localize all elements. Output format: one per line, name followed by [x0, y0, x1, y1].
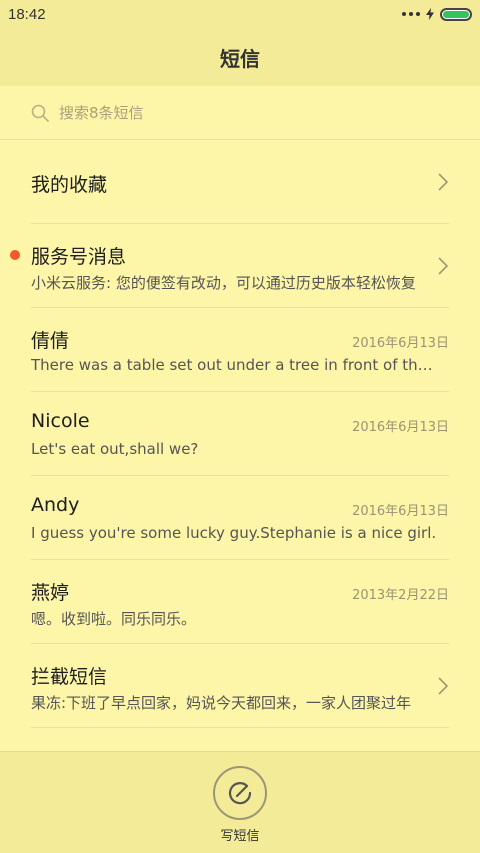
chevron-right-icon [438, 257, 449, 275]
conversation-name: 拦截短信 [31, 666, 108, 688]
list-item-thread[interactable]: 倩倩 2016年6月13日 There was a table set out … [31, 308, 449, 392]
conversation-name: 我的收藏 [31, 174, 108, 196]
status-icons [402, 7, 472, 21]
list-item-service-messages[interactable]: 服务号消息 小米云服务: 您的便签有改动，可以通过历史版本轻松恢复 [10, 224, 449, 308]
search-icon [31, 104, 49, 122]
compose-button[interactable] [213, 766, 267, 820]
compose-label: 写短信 [220, 829, 260, 844]
bottom-bar: 写短信 [0, 751, 480, 853]
battery-icon [440, 7, 472, 21]
compose-icon [228, 782, 252, 805]
conversation-date: 2016年6月13日 [352, 336, 449, 351]
messages-screen: 18:42 短信 搜索8条短信 我的收藏 服务号消息 小米云服务: 您的便签有改… [0, 0, 480, 853]
conversation-preview: Let's eat out,shall we? [31, 440, 199, 458]
conversation-name: 服务号消息 [31, 246, 127, 268]
more-dots-icon [402, 12, 420, 16]
conversation-preview: I guess you're some lucky guy.Stephanie … [31, 524, 437, 542]
list-item-favorites[interactable]: 我的收藏 [31, 140, 449, 224]
conversation-name: 倩倩 [31, 330, 70, 352]
unread-dot [10, 250, 20, 260]
chevron-right-icon [438, 677, 449, 695]
list-item-thread[interactable]: Andy 2016年6月13日 I guess you're some luck… [31, 476, 449, 560]
search-placeholder: 搜索8条短信 [59, 104, 144, 122]
conversation-list: 我的收藏 服务号消息 小米云服务: 您的便签有改动，可以通过历史版本轻松恢复 倩… [0, 140, 480, 728]
list-item-thread[interactable]: Nicole 2016年6月13日 Let's eat out,shall we… [31, 392, 449, 476]
conversation-name: 燕婷 [31, 582, 70, 604]
list-item-thread[interactable]: 燕婷 2013年2月22日 嗯。收到啦。同乐同乐。 [31, 560, 449, 644]
status-bar: 18:42 [0, 0, 480, 28]
app-header: 短信 [0, 28, 480, 86]
conversation-name: Andy [31, 494, 80, 516]
conversation-date: 2013年2月22日 [352, 588, 449, 603]
conversation-preview: 嗯。收到啦。同乐同乐。 [31, 610, 197, 628]
charging-icon [426, 8, 434, 20]
list-item-blocked-messages[interactable]: 拦截短信 果冻:下班了早点回家，妈说今天都回来，一家人团聚过年 [31, 644, 449, 728]
conversation-date: 2016年6月13日 [352, 420, 449, 435]
conversation-preview: 小米云服务: 您的便签有改动，可以通过历史版本轻松恢复 [31, 274, 416, 292]
conversation-date: 2016年6月13日 [352, 504, 449, 519]
conversation-name: Nicole [31, 410, 90, 432]
page-title: 短信 [220, 46, 260, 71]
conversation-preview: 果冻:下班了早点回家，妈说今天都回来，一家人团聚过年 [31, 694, 412, 712]
conversation-preview: There was a table set out under a tree i… [31, 356, 441, 374]
status-time: 18:42 [8, 5, 46, 23]
chevron-right-icon [438, 173, 449, 191]
search-bar[interactable]: 搜索8条短信 [0, 86, 480, 140]
